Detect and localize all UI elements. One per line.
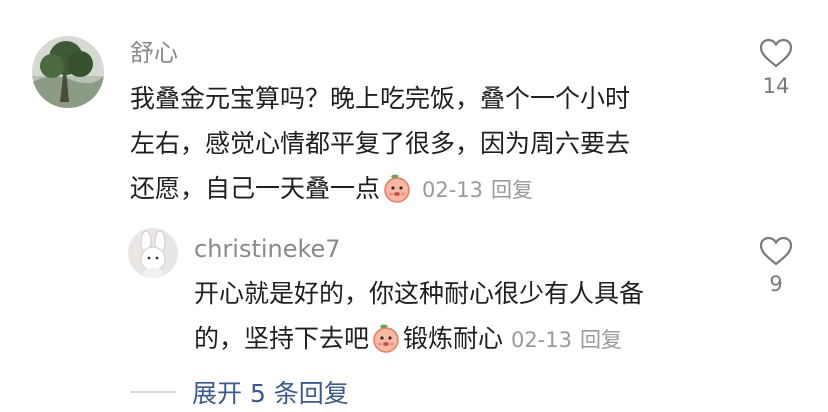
reply-text-line: 开心就是好的，你这种耐心很少有人具备 bbox=[194, 279, 645, 308]
avatar-image bbox=[32, 36, 104, 108]
reply-avatar[interactable] bbox=[128, 228, 178, 278]
comment-text-line: 我叠金元宝算吗？晚上吃完饭，叠个一个小时 bbox=[130, 84, 631, 113]
like-button[interactable]: 14 bbox=[744, 38, 808, 98]
reply-date: 02-13 bbox=[510, 328, 573, 352]
reply-text-last-line: 的，坚持下去吧 锻炼耐心 02-13 回复 bbox=[194, 316, 622, 367]
like-count: 14 bbox=[762, 74, 790, 98]
peach-face-emoji bbox=[371, 322, 401, 367]
heart-icon bbox=[759, 236, 793, 266]
peach-face-emoji bbox=[382, 172, 412, 217]
comment-date: 02-13 bbox=[421, 178, 483, 202]
avatar[interactable] bbox=[32, 36, 104, 108]
heart-icon bbox=[759, 38, 793, 68]
comment-text-line: 还愿，自己一天叠一点 bbox=[130, 174, 381, 203]
reply-like-button[interactable]: 9 bbox=[744, 236, 808, 296]
expand-replies-label[interactable]: 展开 5 条回复 bbox=[192, 374, 349, 410]
bunny-avatar-image bbox=[128, 228, 178, 278]
comment-username[interactable]: 舒心 bbox=[130, 38, 178, 68]
comment-text-last-line: 还愿，自己一天叠一点 02-13 回复 bbox=[130, 166, 533, 217]
reply-reply-button[interactable]: 回复 bbox=[580, 328, 622, 352]
reply-text-after-emoji: 锻炼耐心 bbox=[403, 324, 504, 353]
comment-text-line: 左右，感觉心情都平复了很多，因为周六要去 bbox=[130, 129, 631, 158]
reply-like-count: 9 bbox=[769, 272, 783, 296]
reply-text-line: 的，坚持下去吧 bbox=[194, 324, 370, 353]
reply-username[interactable]: christineke7 bbox=[194, 234, 341, 264]
reply-button[interactable]: 回复 bbox=[491, 178, 533, 202]
divider-line bbox=[130, 391, 176, 393]
